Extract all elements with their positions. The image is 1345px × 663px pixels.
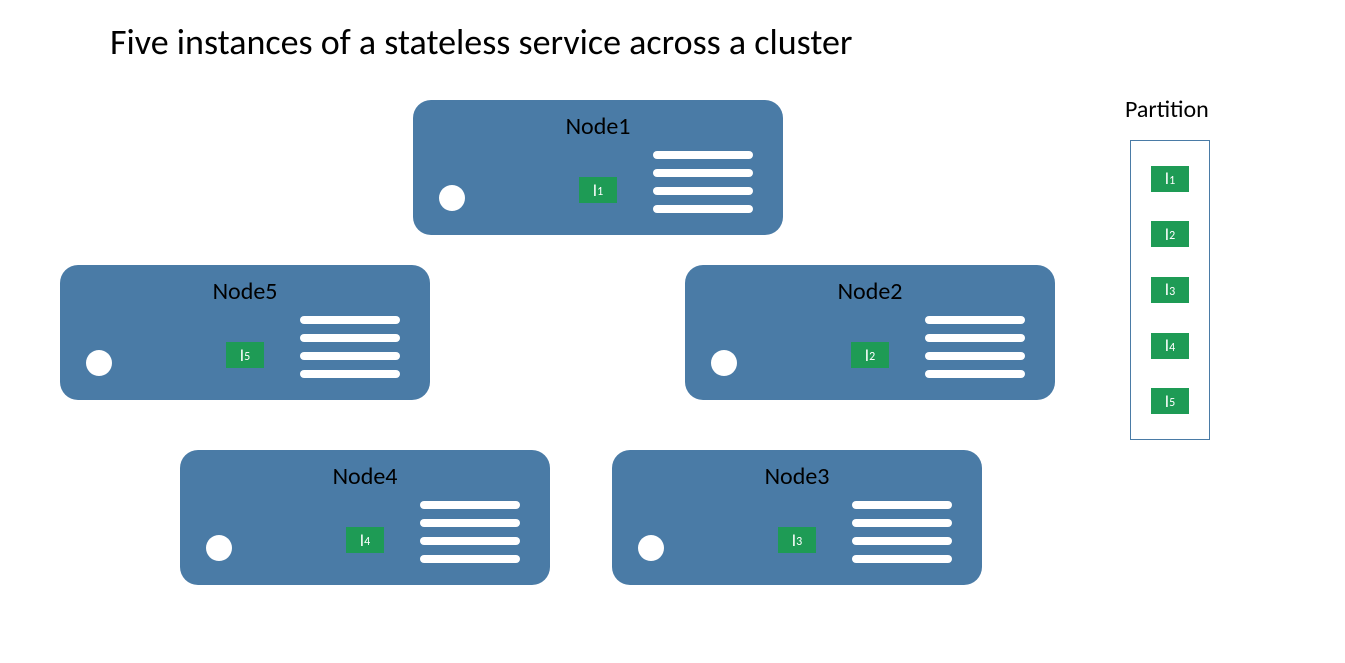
instance-badge: I4 <box>346 527 384 553</box>
node-label: Node4 <box>180 462 550 491</box>
node-node4: Node4 I4 <box>180 450 550 585</box>
partition-label: Partition <box>1125 95 1209 124</box>
partition-instance: I2 <box>1151 221 1189 247</box>
instance-label: I3 <box>778 527 816 553</box>
partition-box: I1 I2 I3 I4 I5 <box>1130 140 1210 440</box>
vents-icon <box>653 151 753 213</box>
node-node2: Node2 I2 <box>685 265 1055 400</box>
instance-badge: I5 <box>226 342 264 368</box>
node-label: Node1 <box>413 112 783 141</box>
instance-label: I2 <box>851 342 889 368</box>
node-node1: Node1 I1 <box>413 100 783 235</box>
node-node5: Node5 I5 <box>60 265 430 400</box>
instance-label: I4 <box>346 527 384 553</box>
partition-instance-label: I3 <box>1151 277 1189 303</box>
node-label: Node2 <box>685 277 1055 306</box>
instance-badge: I1 <box>579 177 617 203</box>
partition-instance: I4 <box>1151 333 1189 359</box>
partition-instance-label: I2 <box>1151 221 1189 247</box>
partition-instance-label: I1 <box>1151 166 1189 192</box>
instance-badge: I3 <box>778 527 816 553</box>
partition-instance: I3 <box>1151 277 1189 303</box>
instance-label: I5 <box>226 342 264 368</box>
node-node3: Node3 I3 <box>612 450 982 585</box>
node-label: Node3 <box>612 462 982 491</box>
partition-instance-label: I5 <box>1151 388 1189 414</box>
node-label: Node5 <box>60 277 430 306</box>
instance-badge: I2 <box>851 342 889 368</box>
vents-icon <box>925 316 1025 378</box>
vents-icon <box>852 501 952 563</box>
power-indicator-icon <box>206 535 232 561</box>
partition-instance: I5 <box>1151 388 1189 414</box>
power-indicator-icon <box>638 535 664 561</box>
partition-instance: I1 <box>1151 166 1189 192</box>
power-indicator-icon <box>439 185 465 211</box>
instance-label: I1 <box>579 177 617 203</box>
diagram-title: Five instances of a stateless service ac… <box>110 20 852 64</box>
partition-instance-label: I4 <box>1151 333 1189 359</box>
power-indicator-icon <box>86 350 112 376</box>
vents-icon <box>300 316 400 378</box>
vents-icon <box>420 501 520 563</box>
power-indicator-icon <box>711 350 737 376</box>
